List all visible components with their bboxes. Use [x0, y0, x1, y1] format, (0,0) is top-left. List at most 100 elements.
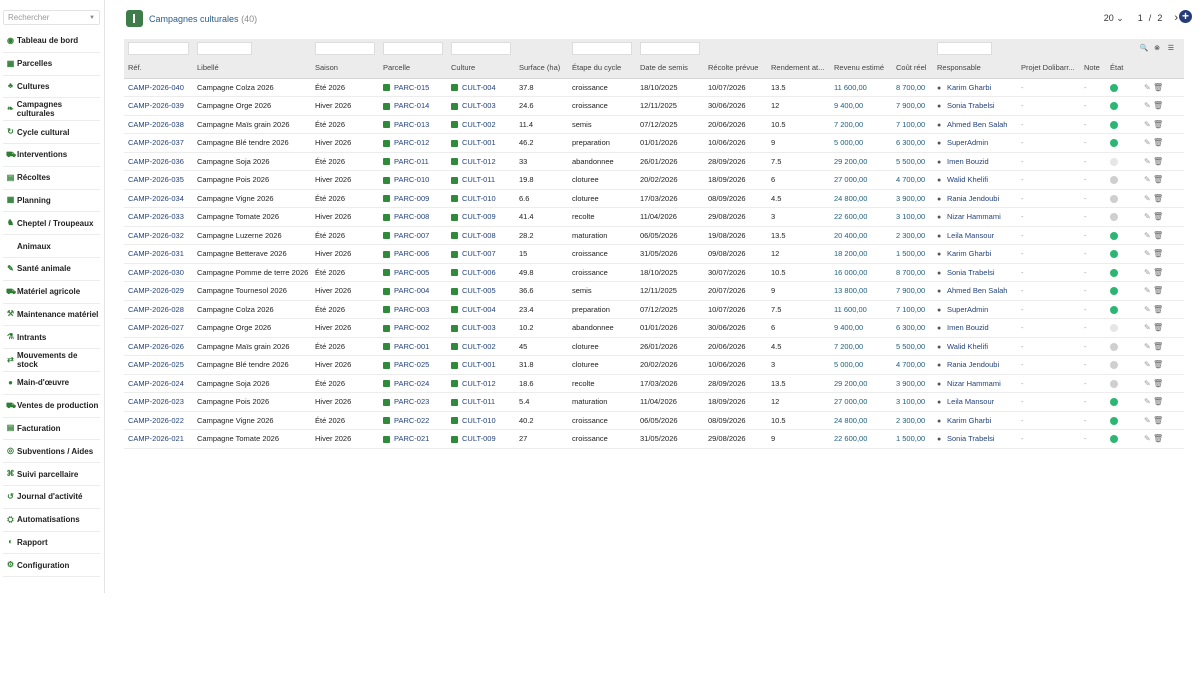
sidebar-item-automatisations[interactable]: ⛭ Automatisations — [3, 509, 100, 532]
table-cell[interactable]: CAMP-2026-033 — [124, 207, 193, 227]
add-campaign-button[interactable]: + — [1179, 10, 1192, 23]
sidebar-item-ventes-de-production[interactable]: ⛟ Ventes de production — [3, 395, 100, 418]
table-row[interactable]: CAMP-2026-021 Campagne Tomate 2026 Hiver 2… — [124, 429, 1184, 449]
table-row[interactable]: CAMP-2026-022 Campagne Vigne 2026 Été 2026… — [124, 411, 1184, 430]
table-cell[interactable]: CAMP-2026-039 — [124, 96, 193, 116]
pencil-icon[interactable]: ✎ — [1144, 342, 1151, 351]
table-row[interactable]: CAMP-2026-027 Campagne Orge 2026 Hiver 202… — [124, 318, 1184, 338]
column-header[interactable]: Revenu estimé — [830, 57, 892, 79]
pencil-icon[interactable]: ✎ — [1144, 360, 1151, 369]
sidebar-item-configuration[interactable]: ⚙ Configuration — [3, 554, 100, 578]
table-row[interactable]: CAMP-2026-032 Campagne Luzerne 2026 Été 20… — [124, 226, 1184, 245]
trash-icon[interactable]: 🗑 — [1153, 323, 1163, 332]
table-row[interactable]: CAMP-2026-039 Campagne Orge 2026 Hiver 202… — [124, 96, 1184, 116]
clear-filter-icon[interactable]: ⊗ — [1154, 45, 1160, 52]
sidebar-item-cultures[interactable]: ♣ Cultures — [3, 76, 100, 99]
table-cell[interactable]: CAMP-2026-038 — [124, 115, 193, 134]
table-cell[interactable]: PARC-003 — [379, 300, 447, 319]
table-cell[interactable]: CULT-001 — [447, 355, 515, 375]
trash-icon[interactable]: 🗑 — [1153, 120, 1163, 129]
pencil-icon[interactable]: ✎ — [1144, 101, 1151, 110]
column-header[interactable]: Rendement at... — [767, 57, 830, 79]
filter-sowing-input[interactable] — [640, 41, 700, 55]
sidebar-item-intrants[interactable]: ⚗ Intrants — [3, 326, 100, 350]
trash-icon[interactable]: 🗑 — [1153, 268, 1163, 277]
table-row[interactable]: CAMP-2026-036 Campagne Soja 2026 Été 2026 P… — [124, 152, 1184, 171]
table-cell[interactable]: CAMP-2026-040 — [124, 78, 193, 97]
search-icon[interactable]: 🔍 — [1140, 45, 1149, 52]
table-cell[interactable]: CULT-001 — [447, 133, 515, 153]
filter-stage-input[interactable] — [572, 41, 632, 55]
table-cell[interactable]: CULT-006 — [447, 263, 515, 282]
table-cell[interactable]: CAMP-2026-023 — [124, 392, 193, 412]
table-cell[interactable]: PARC-015 — [379, 78, 447, 97]
filter-ref-input[interactable] — [128, 41, 189, 55]
column-header[interactable]: Réf. — [124, 57, 193, 79]
table-cell[interactable]: CULT-010 — [447, 189, 515, 208]
sidebar-item-facturation[interactable]: ▤ Facturation — [3, 418, 100, 441]
filter-season-input[interactable] — [315, 41, 375, 55]
column-header[interactable]: Étape du cycle — [568, 57, 636, 79]
table-cell[interactable]: PARC-013 — [379, 115, 447, 134]
table-row[interactable]: CAMP-2026-026 Campagne Maïs grain 2026 Été… — [124, 337, 1184, 356]
table-cell[interactable]: CAMP-2026-032 — [124, 226, 193, 245]
sidebar-item-journal-d-activit-[interactable]: ↺ Journal d'activité — [3, 486, 100, 509]
trash-icon[interactable]: 🗑 — [1153, 249, 1163, 258]
table-cell[interactable]: CULT-009 — [447, 429, 515, 449]
table-cell[interactable]: CULT-004 — [447, 78, 515, 97]
filter-parcel-input[interactable] — [383, 41, 443, 55]
pencil-icon[interactable]: ✎ — [1144, 305, 1151, 314]
table-cell[interactable]: PARC-025 — [379, 355, 447, 375]
table-cell[interactable]: PARC-024 — [379, 374, 447, 393]
pencil-icon[interactable]: ✎ — [1144, 138, 1151, 147]
table-cell[interactable]: PARC-010 — [379, 170, 447, 190]
table-cell[interactable]: CULT-004 — [447, 300, 515, 319]
table-cell[interactable]: CULT-005 — [447, 281, 515, 301]
table-row[interactable]: CAMP-2026-030 Campagne Pomme de terre 202… — [124, 263, 1184, 282]
table-cell[interactable]: CULT-003 — [447, 318, 515, 338]
trash-icon[interactable]: 🗑 — [1153, 157, 1163, 166]
sidebar-item-planning[interactable]: ▦ Planning — [3, 190, 100, 213]
filter-culture-input[interactable] — [451, 41, 511, 55]
table-cell[interactable]: CAMP-2026-025 — [124, 355, 193, 375]
trash-icon[interactable]: 🗑 — [1153, 101, 1163, 110]
table-cell[interactable]: CAMP-2026-026 — [124, 337, 193, 356]
sidebar-item-main-d-uvre[interactable]: ● Main-d'œuvre — [3, 372, 100, 395]
pencil-icon[interactable]: ✎ — [1144, 434, 1151, 443]
table-cell[interactable]: PARC-022 — [379, 411, 447, 430]
table-cell[interactable]: PARC-021 — [379, 429, 447, 449]
sidebar-item-parcelles[interactable]: ▦ Parcelles — [3, 53, 100, 76]
table-row[interactable]: CAMP-2026-038 Campagne Maïs grain 2026 Été… — [124, 115, 1184, 134]
trash-icon[interactable]: 🗑 — [1153, 231, 1163, 240]
table-cell[interactable]: CULT-009 — [447, 207, 515, 227]
column-header[interactable]: Saison — [311, 57, 379, 79]
table-cell[interactable]: PARC-004 — [379, 281, 447, 301]
sidebar-item-suivi-parcellaire[interactable]: ⌘ Suivi parcellaire — [3, 463, 100, 486]
sidebar-item-animaux[interactable]: Animaux — [3, 235, 100, 258]
sidebar-item-subventions-aides[interactable]: ◎ Subventions / Aides — [3, 440, 100, 464]
table-cell[interactable]: CAMP-2026-034 — [124, 189, 193, 208]
table-row[interactable]: CAMP-2026-040 Campagne Colza 2026 Été 2026… — [124, 78, 1184, 97]
table-cell[interactable]: PARC-002 — [379, 318, 447, 338]
trash-icon[interactable]: 🗑 — [1153, 342, 1163, 351]
table-cell[interactable]: CULT-010 — [447, 411, 515, 430]
sidebar-item-interventions[interactable]: ⛟ Interventions — [3, 144, 100, 167]
pencil-icon[interactable]: ✎ — [1144, 286, 1151, 295]
current-page[interactable]: 1 — [1138, 13, 1143, 23]
trash-icon[interactable]: 🗑 — [1153, 434, 1163, 443]
table-cell[interactable]: PARC-011 — [379, 152, 447, 171]
trash-icon[interactable]: 🗑 — [1153, 175, 1163, 184]
trash-icon[interactable]: 🗑 — [1153, 83, 1163, 92]
table-cell[interactable]: CULT-003 — [447, 96, 515, 116]
sidebar-item-mat-riel-agricole[interactable]: ⛟ Matériel agricole — [3, 281, 100, 304]
filter-label-input[interactable] — [197, 41, 252, 55]
sidebar-item-cycle-cultural[interactable]: ↻ Cycle cultural — [3, 121, 100, 144]
table-cell[interactable]: CAMP-2026-028 — [124, 300, 193, 319]
table-cell[interactable]: PARC-009 — [379, 189, 447, 208]
trash-icon[interactable]: 🗑 — [1153, 138, 1163, 147]
pencil-icon[interactable]: ✎ — [1144, 175, 1151, 184]
pencil-icon[interactable]: ✎ — [1144, 416, 1151, 425]
column-header[interactable]: Date de semis — [636, 57, 704, 79]
column-header[interactable]: Libellé — [193, 57, 311, 79]
pencil-icon[interactable]: ✎ — [1144, 194, 1151, 203]
